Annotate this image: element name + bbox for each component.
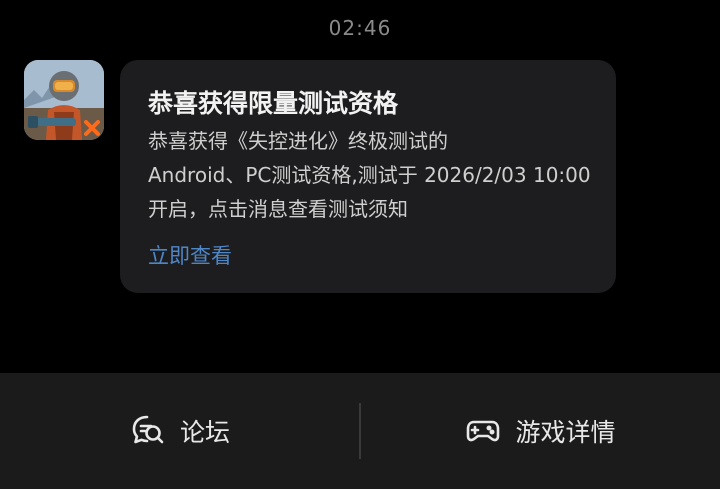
notification-body-line: 恭喜获得《失控进化》终极测试的: [148, 129, 448, 153]
forum-button[interactable]: 论坛: [0, 373, 360, 489]
notification-card[interactable]: 恭喜获得限量测试资格 恭喜获得《失控进化》终极测试的 Android、PC测试资…: [120, 60, 616, 293]
chat-search-icon: [130, 413, 166, 449]
notification-body: 恭喜获得《失控进化》终极测试的 Android、PC测试资格,测试于 2026/…: [148, 124, 598, 226]
notification-body-line: Android、PC测试资格,测试于 2026/2/03 10:00: [148, 163, 591, 187]
forum-label: 论坛: [179, 418, 230, 447]
message-timestamp: 02:46: [328, 16, 392, 40]
notification-title: 恭喜获得限量测试资格: [148, 89, 399, 118]
view-now-link[interactable]: 立即查看: [148, 240, 232, 270]
chat-page: 02:46 恭喜获得限量测试资格 恭喜获得《失控进化》终极测试的 Android…: [0, 0, 720, 489]
bottom-action-bar: 论坛 游戏详情: [0, 373, 720, 489]
gamepad-icon: [465, 413, 501, 449]
game-details-label: 游戏详情: [515, 418, 616, 447]
notification-body-line: 开启，点击消息查看测试须知: [148, 197, 408, 221]
game-app-icon[interactable]: [24, 60, 104, 140]
game-details-button[interactable]: 游戏详情: [361, 373, 720, 489]
